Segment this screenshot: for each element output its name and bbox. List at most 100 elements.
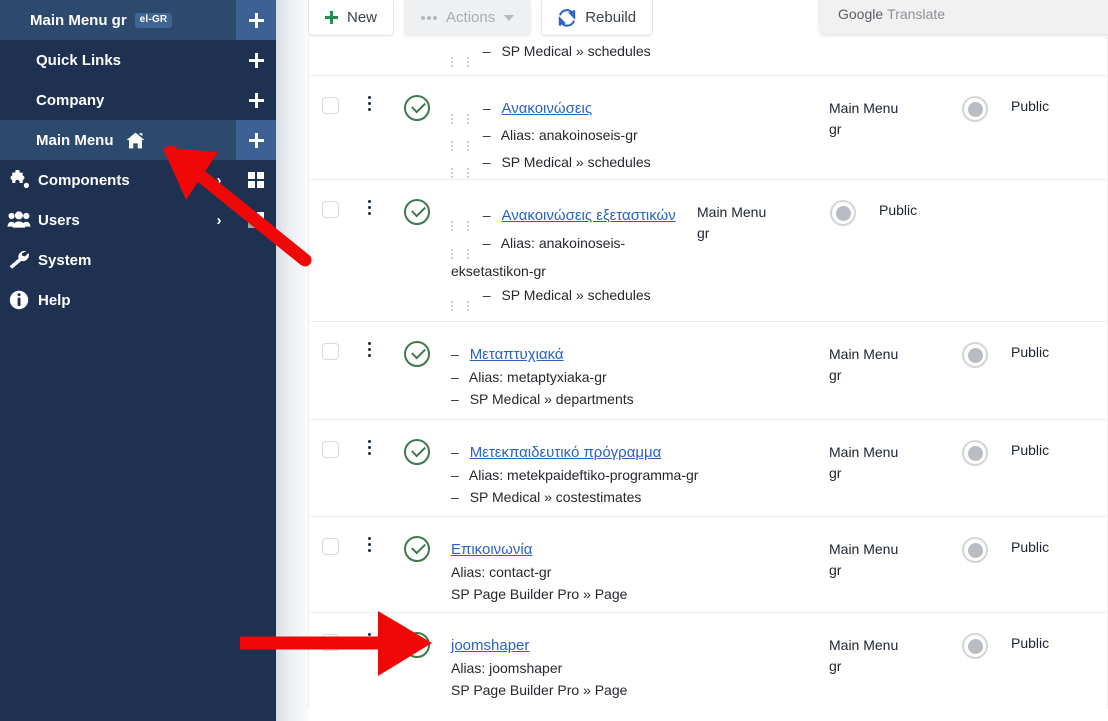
row-title-line: Επικοινωνία <box>451 538 821 561</box>
drag-handle-icon[interactable] <box>451 114 453 124</box>
table-row[interactable]: – Ανακοινώσεις – Alias: anakoinoseis-gr … <box>309 75 1107 179</box>
published-check-icon[interactable] <box>404 199 430 225</box>
table-row[interactable]: Επικοινωνία Alias: contact-gr SP Page Bu… <box>309 516 1107 612</box>
drag-handle-icon[interactable] <box>451 221 453 231</box>
add-menu-item-button[interactable] <box>236 80 276 120</box>
home-toggle[interactable] <box>962 96 988 122</box>
home-toggle[interactable] <box>962 440 988 466</box>
drag-handle-icon[interactable] <box>466 141 469 151</box>
plus-icon <box>248 132 264 148</box>
sidebar-item-components[interactable]: Components › <box>0 160 276 200</box>
row-alias-line: Alias: contact-gr <box>451 561 821 583</box>
home-toggle[interactable] <box>962 342 988 368</box>
row-access-cell <box>939 517 1011 612</box>
row-source-line: SP Page Builder Pro » Page <box>451 583 821 605</box>
table-row[interactable]: – Μεταπτυχιακά – Alias: metaptyxiaka-gr … <box>309 321 1107 419</box>
drag-handle-icon[interactable] <box>466 249 469 259</box>
row-actions-menu-icon[interactable] <box>367 633 371 709</box>
published-check-icon[interactable] <box>404 341 430 367</box>
row-actions-menu-icon[interactable] <box>367 342 371 419</box>
tree-dash: – <box>482 43 491 59</box>
drag-handle-icon[interactable] <box>451 249 453 259</box>
row-menu-cell: Main Menu gr <box>829 613 939 709</box>
sidebar-menu-main-menu-gr[interactable]: Main Menu gr el-GR <box>0 0 276 40</box>
sidebar-menu-text: Quick Links <box>36 51 122 69</box>
row-alias-text: Alias: contact-gr <box>451 564 552 580</box>
home-toggle[interactable] <box>962 633 988 659</box>
sidebar-item-help[interactable]: Help <box>0 280 276 320</box>
add-menu-item-button[interactable] <box>236 0 276 40</box>
row-checkbox-cell <box>309 613 351 709</box>
menu-item-link[interactable]: Μεταπτυχιακά <box>470 346 564 363</box>
row-checkbox[interactable] <box>321 201 339 218</box>
google-translate-widget[interactable]: Google Translate <box>820 0 1108 34</box>
add-menu-item-button[interactable] <box>236 40 276 80</box>
rebuild-button[interactable]: Rebuild <box>541 0 654 36</box>
sidebar-item-system[interactable]: System <box>0 240 276 280</box>
menu-item-link[interactable]: joomshaper <box>451 637 529 654</box>
sidebar-menu-label: Main Menu <box>0 132 236 149</box>
tree-dash: – <box>482 100 491 116</box>
sidebar-item-label: Help <box>38 291 71 309</box>
row-actions-menu-icon[interactable] <box>367 537 371 612</box>
table-row[interactable]: – Μετεκπαιδευτικό πρόγραμμα – Alias: met… <box>309 419 1107 516</box>
sidebar-menu-main-menu[interactable]: Main Menu <box>0 120 276 160</box>
home-toggle[interactable] <box>830 200 856 226</box>
drag-handle-icon[interactable] <box>451 57 453 67</box>
table-row[interactable]: joomshaper Alias: joomshaper SP Page Bui… <box>309 612 1107 709</box>
chevron-right-icon: › <box>216 211 222 229</box>
drag-handle-icon[interactable] <box>466 168 469 178</box>
menu-item-link[interactable]: Μετεκπαιδευτικό πρόγραμμα <box>470 444 662 461</box>
drag-handle-icon[interactable] <box>451 141 453 151</box>
tree-dash: – <box>451 391 459 407</box>
grid-partial-icon[interactable] <box>236 200 276 240</box>
menu-item-link[interactable]: Επικοινωνία <box>451 541 532 558</box>
plus-icon <box>248 92 264 108</box>
new-button[interactable]: New <box>308 0 395 36</box>
row-title-cell: – Μεταπτυχιακά – Alias: metaptyxiaka-gr … <box>447 322 829 419</box>
row-alias-line: – Alias: metaptyxiaka-gr <box>451 366 821 388</box>
row-checkbox[interactable] <box>321 634 339 651</box>
menu-item-link[interactable]: Ανακοινώσεις εξεταστικών <box>501 207 675 224</box>
row-actions-menu-icon[interactable] <box>367 440 371 516</box>
actions-dropdown-button[interactable]: Actions <box>404 0 532 36</box>
row-checkbox[interactable] <box>321 441 339 458</box>
users-icon <box>2 211 36 229</box>
table-row[interactable]: – SP Medical » schedules <box>309 37 1107 75</box>
published-check-icon[interactable] <box>404 439 430 465</box>
drag-handle-icon[interactable] <box>466 57 469 67</box>
menu-item-link[interactable]: Ανακοινώσεις <box>501 100 592 117</box>
sidebar-item-users[interactable]: Users › <box>0 200 276 240</box>
sidebar-menu-quick-links[interactable]: Quick Links <box>0 40 276 80</box>
row-checkbox[interactable] <box>321 343 339 360</box>
published-check-icon[interactable] <box>404 536 430 562</box>
sidebar-menu-label: Quick Links <box>0 52 236 69</box>
row-checkbox[interactable] <box>321 538 339 555</box>
add-menu-item-button[interactable] <box>236 120 276 160</box>
tree-dash: – <box>451 369 459 385</box>
sidebar-menu-company[interactable]: Company <box>0 80 276 120</box>
row-menu-cell: Main Menu gr <box>829 517 939 612</box>
row-title-cell: joomshaper Alias: joomshaper SP Page Bui… <box>447 613 829 709</box>
row-actions-cell <box>351 180 387 321</box>
drag-handle-icon[interactable] <box>451 301 453 311</box>
row-menu-cell: Main Menu gr <box>829 420 939 516</box>
published-check-icon[interactable] <box>404 95 430 121</box>
row-title-line: joomshaper <box>451 634 821 657</box>
row-actions-menu-icon[interactable] <box>367 96 371 179</box>
home-toggle[interactable] <box>962 537 988 563</box>
drag-handle-icon[interactable] <box>466 221 469 231</box>
drag-handle-icon[interactable] <box>466 114 469 124</box>
grid-icon[interactable] <box>236 160 276 200</box>
row-actions-cell <box>351 76 387 179</box>
row-actions-menu-icon[interactable] <box>367 200 371 321</box>
drag-handle-icon[interactable] <box>451 168 453 178</box>
published-check-icon[interactable] <box>404 632 430 658</box>
drag-handle-icon[interactable] <box>466 301 469 311</box>
row-access-level: Public <box>1011 539 1050 555</box>
table-row[interactable]: – Ανακοινώσεις εξεταστικών – Alias: anak… <box>309 179 1107 321</box>
row-menu-line1: Main Menu <box>829 637 899 653</box>
tree-dash: – <box>451 489 459 505</box>
row-status-cell <box>387 613 447 709</box>
row-checkbox[interactable] <box>321 97 339 114</box>
